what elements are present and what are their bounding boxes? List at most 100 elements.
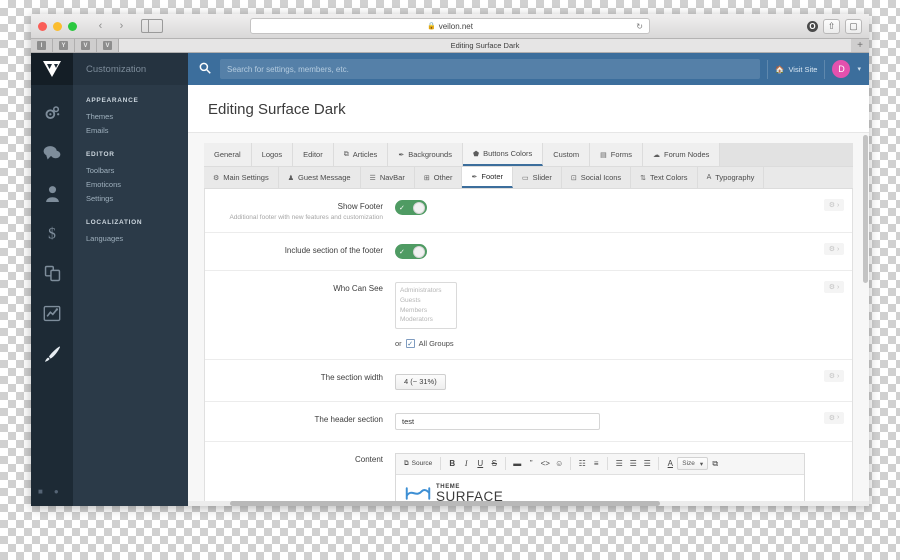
tab-main-settings[interactable]: ⚙ Main Settings (204, 167, 279, 188)
numbered-list-button[interactable]: ≡ (589, 457, 603, 471)
strikethrough-button[interactable]: S (487, 457, 501, 471)
tab-forum-nodes[interactable]: ☁ Forum Nodes (642, 143, 721, 166)
pages-icon (44, 265, 60, 281)
option-guests[interactable]: Guests (400, 296, 452, 306)
rail-item-members[interactable] (31, 173, 73, 213)
include-section-toggle[interactable]: ✓ (395, 244, 427, 259)
active-browser-tab[interactable]: Editing Surface Dark (119, 39, 851, 52)
tab-general[interactable]: General (204, 143, 252, 166)
who-can-see-select[interactable]: Administrators Guests Members Moderators (395, 282, 457, 329)
minimize-window-button[interactable] (53, 21, 62, 31)
tab-other[interactable]: ⊞ Other (414, 167, 463, 188)
rail-item-commerce[interactable]: $ (31, 213, 73, 253)
option-members[interactable]: Members (400, 306, 452, 316)
row-settings-button[interactable]: ⚙ › (824, 199, 844, 211)
horizontal-rule-button[interactable]: ▬ (510, 457, 524, 471)
tab-logos[interactable]: Logos (251, 143, 294, 166)
tab-articles[interactable]: ⧉ Articles (333, 143, 389, 166)
emoji-button[interactable]: ☺ (552, 457, 566, 471)
tab-buttons-colors[interactable]: ⬟ Buttons Colors (462, 143, 544, 166)
tab-social-icons[interactable]: ⊡ Social Icons (561, 167, 632, 188)
app-logo-icon (43, 61, 61, 77)
tab-custom[interactable]: Custom (543, 143, 591, 166)
sidebar-item-toolbars[interactable]: Toolbars (86, 163, 175, 177)
collapse-icon[interactable]: ■ (38, 487, 43, 496)
underline-button[interactable]: U (473, 457, 487, 471)
share-icon[interactable]: ⇧ (823, 18, 840, 34)
pinned-tab[interactable]: I (31, 39, 53, 52)
theme-icon[interactable]: ● (54, 487, 59, 496)
row-settings-button[interactable]: ⚙ › (824, 370, 844, 382)
code-button[interactable]: <> (538, 457, 552, 471)
row-settings-button[interactable]: ⚙ › (824, 281, 844, 293)
tab-footer[interactable]: ✒ Footer (462, 167, 514, 188)
form-row-header-section: The header section test ⚙ › (205, 402, 852, 442)
avatar[interactable]: D (832, 60, 851, 78)
reload-icon[interactable]: ↻ (636, 22, 643, 31)
tab-text-colors[interactable]: ⇅ Text Colors (631, 167, 698, 188)
blockquote-button[interactable]: ” (524, 457, 538, 471)
new-tab-button[interactable]: + (851, 39, 869, 52)
tab-editor[interactable]: Editor (293, 143, 334, 166)
all-groups-checkbox[interactable]: ✓ (405, 339, 415, 348)
tab-guest-message[interactable]: ♟ Guest Message (278, 167, 361, 188)
rail-item-customization[interactable] (31, 333, 73, 373)
show-footer-toggle[interactable]: ✓ (395, 200, 427, 215)
rail-item-settings[interactable] (31, 93, 73, 133)
fullscreen-button[interactable]: ⧉ (708, 457, 722, 471)
option-moderators[interactable]: Moderators (400, 315, 452, 325)
bullet-list-button[interactable]: ☷ (575, 457, 589, 471)
search-icon[interactable] (196, 62, 213, 77)
align-left-button[interactable]: ☰ (612, 457, 626, 471)
italic-button[interactable]: I (459, 457, 473, 471)
align-center-button[interactable]: ☰ (626, 457, 640, 471)
search-input[interactable]: Search for settings, members, etc. (220, 59, 761, 79)
scrollbar-thumb[interactable] (230, 501, 660, 506)
row-settings-button[interactable]: ⚙ › (824, 411, 844, 424)
rail-item-stats[interactable] (31, 293, 73, 333)
chevron-right-icon: › (836, 201, 840, 209)
icon-rail: $ ■ ● (31, 53, 73, 506)
row-settings-button[interactable]: ⚙ › (824, 243, 844, 255)
tab-slider[interactable]: ▭ Slider (513, 167, 562, 188)
align-right-button[interactable]: ☰ (640, 457, 654, 471)
tab-backgrounds[interactable]: ✒ Backgrounds (388, 143, 463, 166)
text-colors-icon: ⇅ (640, 174, 647, 182)
header-section-input[interactable]: test (395, 412, 600, 430)
maximize-window-button[interactable] (68, 21, 77, 31)
rail-item-pages[interactable] (31, 253, 73, 293)
close-window-button[interactable] (38, 21, 47, 31)
visit-site-button[interactable]: 🏠 Visit Site (775, 65, 817, 74)
tab-typography[interactable]: A Typography (697, 167, 765, 188)
sidebar-item-languages[interactable]: Languages (86, 231, 175, 245)
sidebar-item-emoticons[interactable]: Emoticons (86, 177, 175, 191)
chevron-down-icon[interactable]: ▾ (857, 65, 861, 73)
pinned-tab[interactable]: V (75, 39, 97, 52)
bold-button[interactable]: B (445, 457, 459, 471)
option-administrators[interactable]: Administrators (400, 286, 452, 296)
forward-button[interactable]: › (112, 19, 131, 34)
tab-label: NavBar (379, 173, 405, 182)
font-size-select[interactable]: Size ▾ (677, 457, 709, 470)
opera-button[interactable]: O (807, 20, 818, 32)
sidebar-item-emails[interactable]: Emails (86, 123, 175, 137)
text-color-button[interactable]: A (663, 457, 677, 471)
rail-item-comments[interactable] (31, 133, 73, 173)
horizontal-scrollbar[interactable] (188, 501, 869, 506)
app-logo[interactable] (31, 53, 73, 85)
tab-forms[interactable]: ▤ Forms (590, 143, 643, 166)
sidebar-item-themes[interactable]: Themes (86, 109, 175, 123)
scrollbar-thumb[interactable] (863, 135, 868, 283)
tab-label: Editor (303, 150, 323, 159)
source-button[interactable]: ⧉ Source (400, 457, 436, 471)
pinned-tab[interactable]: V (97, 39, 119, 52)
tab-navbar[interactable]: ☰ NavBar (360, 167, 415, 188)
sidebar-toggle-icon[interactable] (141, 19, 163, 33)
tabs-overview-icon[interactable]: ▢ (845, 18, 862, 34)
section-width-select[interactable]: 4 (~ 31%) (395, 373, 446, 390)
sidebar-item-settings[interactable]: Settings (86, 191, 175, 205)
back-button[interactable]: ‹ (91, 19, 110, 34)
vertical-scrollbar[interactable] (863, 133, 868, 506)
pinned-tab[interactable]: Y (53, 39, 75, 52)
address-bar[interactable]: 🔒 veilon.net ↻ (250, 18, 650, 34)
